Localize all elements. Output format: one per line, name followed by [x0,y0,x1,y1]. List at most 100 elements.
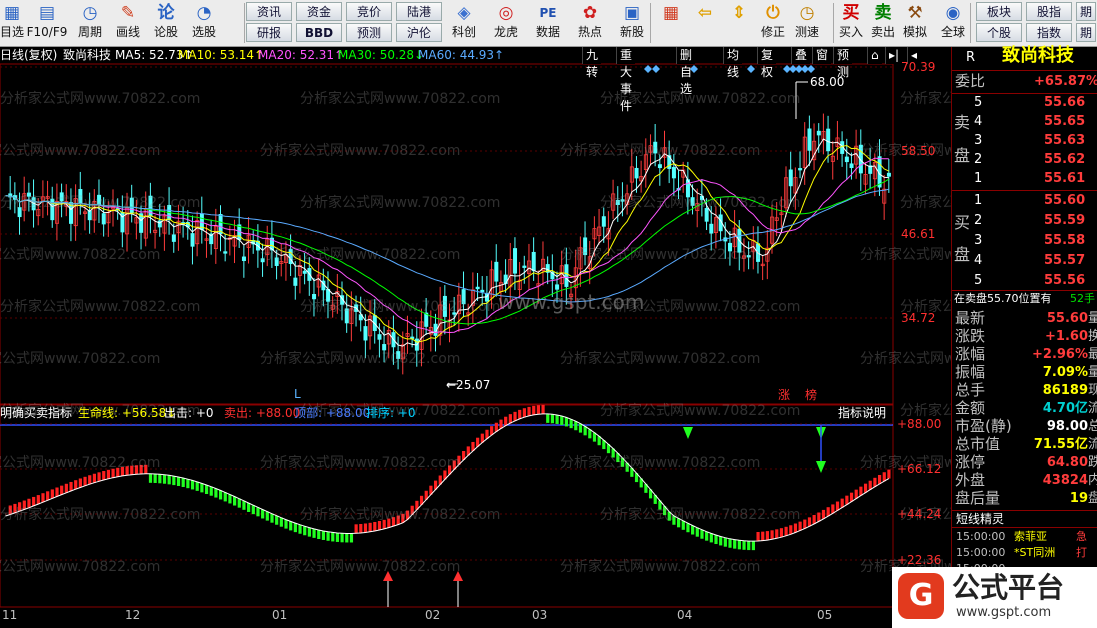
sell-level: 2 [974,152,983,167]
sell-arrow [683,427,693,439]
candle-down [101,213,106,225]
chart-tool-button[interactable]: 预测 [833,47,853,79]
tag-bang: 榜 [805,388,818,402]
toolbar-label: 修正 [760,25,785,39]
toolbar-speed-button[interactable]: ◷ 测速 [790,1,824,45]
toolbar-right-button[interactable]: 指数 [1026,23,1072,42]
toolbar-small-button[interactable]: 预测 [346,23,392,42]
toolbar-label: F10/F9 [26,25,68,39]
indicator-bar [784,526,788,536]
indicator-bar [504,416,508,426]
indicator-bar [148,473,153,483]
buy-level: 5 [974,273,983,288]
indicator-bar [354,524,358,534]
candle-down [171,234,176,242]
chart-area[interactable]: 日线(复权) 致尚科技 MA5: 52.73↑ MA10: 53.14↑ MA20:… [0,47,1097,628]
chart-tool-button[interactable]: 九转 [582,47,602,79]
indicator-bar [340,533,344,543]
toolbar-updown-button[interactable]: ⇕ [722,1,756,45]
toolbar-label: 数据 [535,25,560,39]
indicator-bar [775,529,779,539]
candle-down [293,277,298,286]
toolbar-dragon-button[interactable]: ◎ 龙虎 [486,1,526,45]
indicator-bar [251,505,255,515]
chart-tool-button[interactable]: 重大事件 [616,47,636,113]
stat-label: 外盘 [955,471,986,489]
stat-value: 55.60 [1046,311,1088,326]
weibi-label: 委比 [955,72,986,90]
indicator-bar [64,483,68,493]
toolbar-right-button[interactable]: 板块 [976,2,1022,21]
toolbar-clock-button[interactable]: ◷ 周期 [72,1,108,45]
toolbar-small-button[interactable]: 资金 [296,2,342,21]
toolbar-right-button[interactable]: 期 [1076,23,1096,42]
stat-value: 86189 [1042,383,1088,398]
indicator-bar [845,495,849,505]
toolbar-sell-button[interactable]: 卖卖出 [868,1,898,45]
toolbar-small-button[interactable]: BBD [296,23,342,42]
indicator-bar [74,480,78,490]
chart-tool-button[interactable]: 窗 [812,47,832,64]
toolbar-right-button[interactable]: 股指 [1026,2,1072,21]
stat-value: 7.09% [1042,365,1088,380]
toolbar-comment-button[interactable]: 论论股 [148,1,184,45]
panel-divider [952,190,1097,191]
candle-down [223,251,228,254]
watermark-text: 分析家公式网www.70822.com [560,455,761,471]
stat-label: 总市值 [955,435,1001,453]
toolbar-right-button[interactable]: 期 [1076,2,1096,21]
marker-l: L [294,387,301,401]
quote-stock-name: 致尚科技 [1002,45,1074,66]
short-event: 急 [1076,530,1087,543]
chart-tool-button[interactable]: 叠 [791,47,811,64]
toolbar-chart-button[interactable]: ▦ 目选 [0,1,25,45]
indicator-bar [83,476,87,486]
toolbar-hammer-button[interactable]: ⚒ 模拟 [900,1,930,45]
buy-price: 55.58 [1044,233,1086,248]
indicator-bar [770,530,774,540]
toolbar-gauge-button[interactable]: ◔ 选股 [186,1,222,45]
indicator-value-label: 顶部: +88.00 [294,406,371,420]
toolbar-small-button[interactable]: 沪伦 [396,23,442,42]
toolbar-small-button[interactable]: 陆港 [396,2,442,21]
event-marker [747,65,755,73]
toolbar-right-button[interactable]: 个股 [976,23,1022,42]
buy-price: 55.56 [1044,273,1086,288]
indicator-bar [513,411,517,421]
toolbar-back-arrow-button[interactable]: ⇦ [688,1,722,45]
toolbar-hot-button[interactable]: ✿ 热点 [570,1,610,45]
indicator-bar [214,488,218,498]
toolbar-label: 目选 [0,25,25,39]
toolbar-small-button[interactable]: 竞价 [346,2,392,21]
buy-level: 3 [974,233,983,248]
gauge-icon: ◔ [196,3,212,23]
chart-tool-button[interactable]: 删自选 [676,47,696,96]
chart-tool-button[interactable]: 复权 [757,47,777,79]
sell-level: 4 [974,114,983,129]
toolbar-pencil-button[interactable]: ✎ 画线 [110,1,146,45]
toolbar-globe-button[interactable]: ◉ 全球 [938,1,968,45]
indicator-bar [723,537,727,547]
indicator-bar [882,472,886,482]
toolbar-power-button[interactable]: ⏻ 修正 [756,1,790,45]
chart-tool-button[interactable]: 均线 [723,47,743,79]
indicator-bar [106,469,111,479]
indicator-help-button[interactable]: 指标说明 [838,405,886,421]
toolbar-buy-button[interactable]: 买买入 [836,1,866,45]
indicator-bar [36,495,40,505]
newstock-icon: ▣ [623,3,641,23]
indicator-bar [275,515,279,525]
toolbar-grid-button[interactable]: ▦ [654,1,688,45]
sell-level: 5 [974,95,983,110]
lock-icon[interactable]: ⌂ [867,47,882,64]
toolbar-small-button[interactable]: 研报 [246,23,292,42]
expand-icon[interactable]: ▸| [885,47,903,64]
toolbar-info-button[interactable]: ▤ F10/F9 [24,1,70,45]
candle-down [634,167,639,179]
toolbar-newstock-button[interactable]: ▣ 新股 [612,1,652,45]
toolbar-pe-button[interactable]: PE 数据 [528,1,568,45]
candle-down [87,210,92,221]
indicator-title: 明确买卖指标 [0,406,73,420]
toolbar-small-button[interactable]: 资讯 [246,2,292,21]
toolbar-kechuang-button[interactable]: ◈ 科创 [444,1,484,45]
